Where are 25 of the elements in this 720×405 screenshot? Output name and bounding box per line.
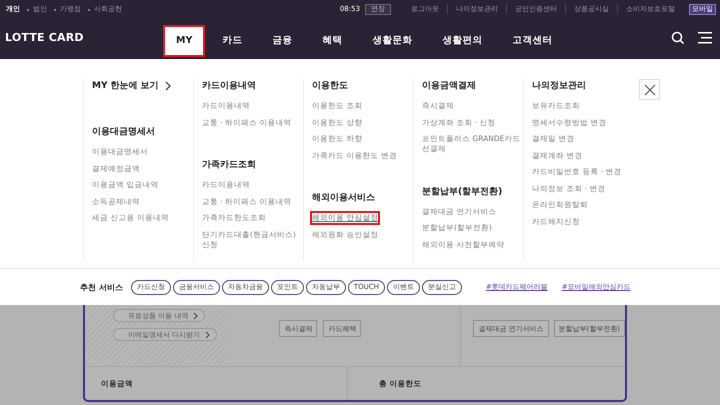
close-button[interactable] (639, 79, 660, 100)
menu-heading: 해외이용서비스 (312, 192, 376, 204)
section-title: 추천 서비스 (80, 282, 123, 292)
menu-heading: 이용한도 (312, 80, 349, 92)
nav-tab[interactable]: 금융 (259, 25, 306, 57)
close-icon (644, 84, 656, 96)
nav-tab[interactable]: 고객센터 (499, 25, 566, 57)
menu-heading: 이용금액결제 (422, 80, 477, 92)
chevron-right-icon (193, 312, 198, 320)
menu-heading: 나의정보관리 (532, 80, 587, 92)
overview-link[interactable]: MY 한눈에 보기 (92, 79, 159, 92)
nav-tab[interactable]: MY (163, 25, 206, 57)
menu-heading: 카드이용내역 (202, 80, 257, 92)
menu-heading: 가족카드조회 (202, 159, 257, 171)
menu-heading: 이용대금명세서 (92, 126, 156, 138)
search-icon[interactable] (671, 30, 684, 44)
nav-tab[interactable]: 혜택 (309, 25, 356, 57)
menu-icon[interactable] (698, 30, 712, 44)
menu-heading: 분할납부(할부전환) (422, 186, 504, 198)
nav-tab[interactable]: 생활편의 (429, 25, 496, 57)
nav-tab[interactable]: 생활문화 (359, 25, 426, 57)
chevron-right-icon (205, 330, 210, 338)
chevron-right-icon (164, 80, 171, 90)
nav-tab[interactable]: 카드 (209, 25, 256, 57)
brand-logo[interactable]: LOTTE CARD (5, 30, 155, 44)
